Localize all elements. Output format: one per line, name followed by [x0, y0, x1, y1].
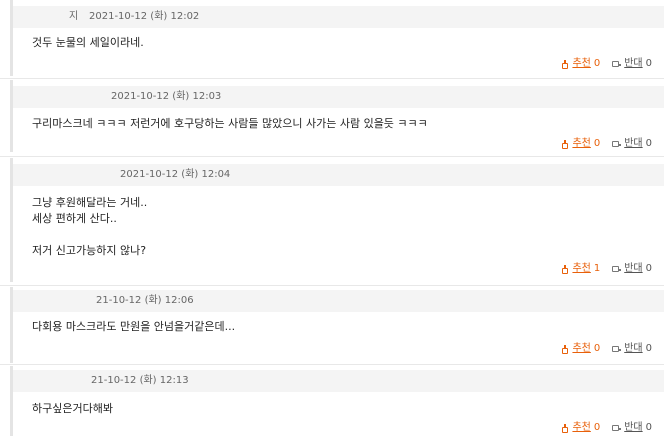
oppose-count: 0 [645, 343, 652, 354]
oppose-label: 반대 [624, 422, 643, 433]
thumbs-down-icon [612, 345, 622, 354]
recommend-button[interactable]: 추천 1 [561, 262, 600, 276]
oppose-label: 반대 [624, 263, 643, 274]
thumbs-down-icon [612, 424, 622, 433]
comment-meta: 2021-10-12 (화) 12:04 [13, 164, 664, 186]
recommend-count: 1 [593, 263, 601, 274]
recommend-label: 추천 [572, 263, 591, 274]
comment-text: 구리마스크네 ㅋㅋㅋ 저런거에 호구당하는 사람들 많았으니 사가는 사람 있을… [32, 117, 428, 130]
oppose-count: 0 [645, 138, 652, 149]
comment-timestamp: 2021-10-12 (화) 12:04 [120, 169, 231, 180]
oppose-button[interactable]: 반대 0 [612, 137, 652, 151]
thumbs-down-icon [612, 140, 622, 149]
comment-votes: 추천 0 반대 0 [561, 57, 652, 71]
comment-item: 2021-10-12 (화) 12:03 구리마스크네 ㅋㅋㅋ 저런거에 호구당… [0, 80, 664, 152]
comment-author: 지 [69, 11, 79, 22]
oppose-label: 반대 [624, 343, 643, 354]
recommend-button[interactable]: 추천 0 [561, 342, 600, 356]
oppose-button[interactable]: 반대 0 [612, 57, 652, 71]
comment-timestamp: 21-10-12 (화) 12:06 [96, 295, 194, 306]
comment-meta: 21-10-12 (화) 12:06 [13, 290, 664, 312]
recommend-count: 0 [593, 138, 601, 149]
recommend-button[interactable]: 추천 0 [561, 137, 600, 151]
comment-text: 그냥 후원해달라는 거네.. 세상 편하게 산다.. 저거 신고가능하지 않나? [32, 196, 148, 257]
oppose-count: 0 [645, 58, 652, 69]
comment-timestamp: 2021-10-12 (화) 12:03 [111, 91, 222, 102]
thumbs-down-icon [612, 265, 622, 274]
thumbs-up-icon [561, 139, 569, 149]
recommend-button[interactable]: 추천 0 [561, 421, 600, 435]
recommend-label: 추천 [572, 138, 591, 149]
recommend-count: 0 [593, 343, 601, 354]
oppose-button[interactable]: 반대 0 [612, 342, 652, 356]
comment-votes: 추천 1 반대 0 [561, 262, 652, 276]
recommend-count: 0 [593, 422, 601, 433]
thumbs-up-icon [561, 344, 569, 354]
divider [0, 156, 664, 157]
thumbs-up-icon [561, 59, 569, 69]
comment-timestamp: 2021-10-12 (화) 12:02 [89, 11, 200, 22]
comment-item: 21-10-12 (화) 12:13 하구싶은거다해봐 추천 0 반대 0 [0, 366, 664, 436]
comment-text: 다회용 마스크라도 만원을 안넘을거같은데... [32, 320, 236, 333]
comment-item: 지 2021-10-12 (화) 12:02 것두 눈물의 세일이라네. 추천 … [0, 0, 664, 76]
comment-votes: 추천 0 반대 0 [561, 342, 652, 356]
oppose-label: 반대 [624, 58, 643, 69]
comment-item: 2021-10-12 (화) 12:04 그냥 후원해달라는 거네.. 세상 편… [0, 158, 664, 282]
divider [0, 364, 664, 365]
recommend-label: 추천 [572, 58, 591, 69]
recommend-button[interactable]: 추천 0 [561, 57, 600, 71]
oppose-label: 반대 [624, 138, 643, 149]
recommend-label: 추천 [572, 422, 591, 433]
oppose-count: 0 [645, 263, 652, 274]
comment-meta: 지 2021-10-12 (화) 12:02 [13, 6, 664, 28]
recommend-count: 0 [593, 58, 601, 69]
thumbs-up-icon [561, 264, 569, 274]
oppose-count: 0 [645, 422, 652, 433]
comment-votes: 추천 0 반대 0 [561, 421, 652, 435]
comment-meta: 21-10-12 (화) 12:13 [13, 370, 664, 392]
divider [0, 285, 664, 286]
comment-item: 21-10-12 (화) 12:06 다회용 마스크라도 만원을 안넘을거같은데… [0, 287, 664, 363]
thumbs-down-icon [612, 60, 622, 69]
comment-timestamp: 21-10-12 (화) 12:13 [91, 375, 189, 386]
divider [0, 78, 664, 79]
comment-votes: 추천 0 반대 0 [561, 137, 652, 151]
oppose-button[interactable]: 반대 0 [612, 262, 652, 276]
thumbs-up-icon [561, 423, 569, 433]
oppose-button[interactable]: 반대 0 [612, 421, 652, 435]
recommend-label: 추천 [572, 343, 591, 354]
comment-text: 것두 눈물의 세일이라네. [32, 36, 144, 49]
comment-meta: 2021-10-12 (화) 12:03 [13, 86, 664, 108]
comment-text: 하구싶은거다해봐 [32, 402, 113, 415]
